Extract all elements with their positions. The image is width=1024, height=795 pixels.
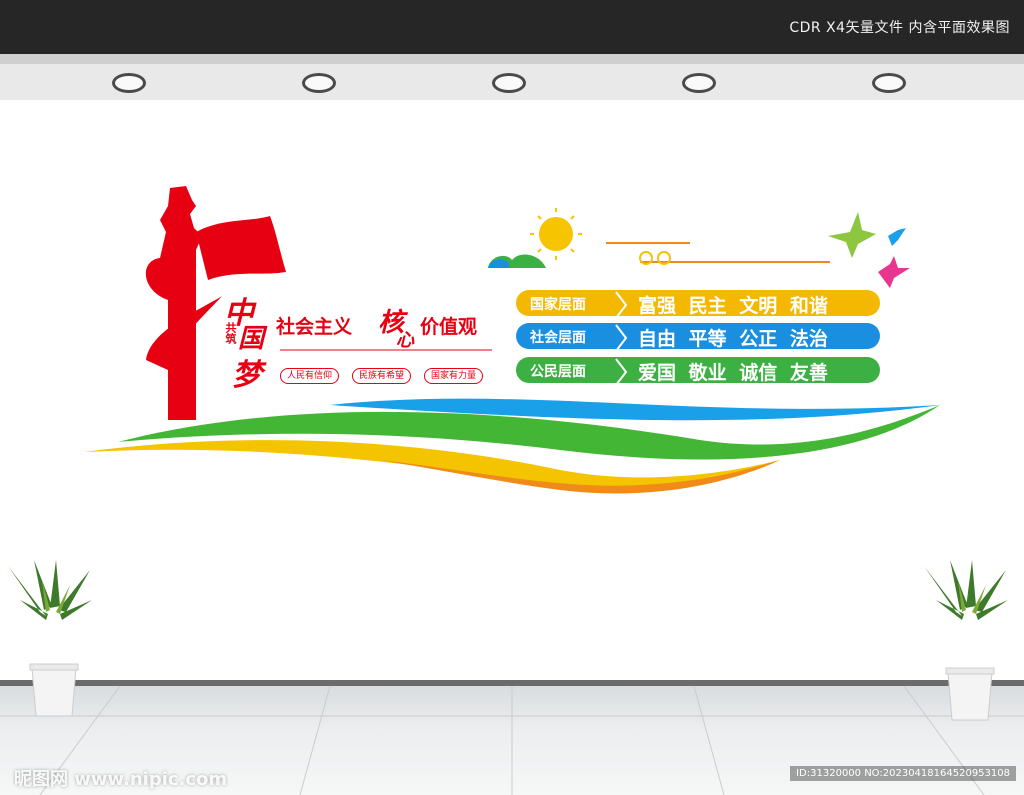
row-level-label: 社会层面: [530, 330, 586, 346]
row-chevron-icons: [615, 291, 628, 384]
slogan-heart: 心: [396, 330, 414, 351]
row-citizen: 公民层面 爱国 敬业 诚信 友善: [516, 357, 880, 384]
dove-icon: [888, 228, 906, 246]
row-national: 国家层面 富强 民主 文明 和谐: [516, 290, 880, 317]
potted-plant-right: [924, 560, 1008, 721]
row-social: 社会层面 自由 平等 公正 法治: [516, 323, 880, 350]
tag-hope: 民族有希望: [352, 368, 412, 384]
potted-plant-left: [8, 560, 92, 717]
mural-graphic: [8, 186, 1008, 721]
slogan-socialism: 社会主义: [276, 316, 353, 338]
tag-strength: 国家有力量: [424, 368, 484, 384]
slogan-values: 价值观: [420, 316, 478, 338]
row-values-text: 自由 平等 公正 法治: [638, 328, 828, 350]
red-flag: [196, 216, 286, 280]
red-pillar: [145, 186, 202, 420]
row-level-label: 公民层面: [530, 364, 586, 380]
dove-icon: [828, 212, 876, 258]
row-values-text: 爱国 敬业 诚信 友善: [638, 362, 828, 384]
watermark-id: ID:31320000 NO:20230418164520953108: [790, 766, 1016, 781]
row-level-label: 国家层面: [530, 297, 586, 313]
sun-icon: [539, 217, 573, 251]
dove-icon: [878, 256, 910, 288]
meng-char: 梦: [232, 358, 262, 393]
tag-faith: 人民有信仰: [280, 368, 340, 384]
row-values-text: 富强 民主 文明 和谐: [638, 295, 828, 317]
watermark-logo: 昵图网 www.nipic.com: [14, 769, 228, 790]
